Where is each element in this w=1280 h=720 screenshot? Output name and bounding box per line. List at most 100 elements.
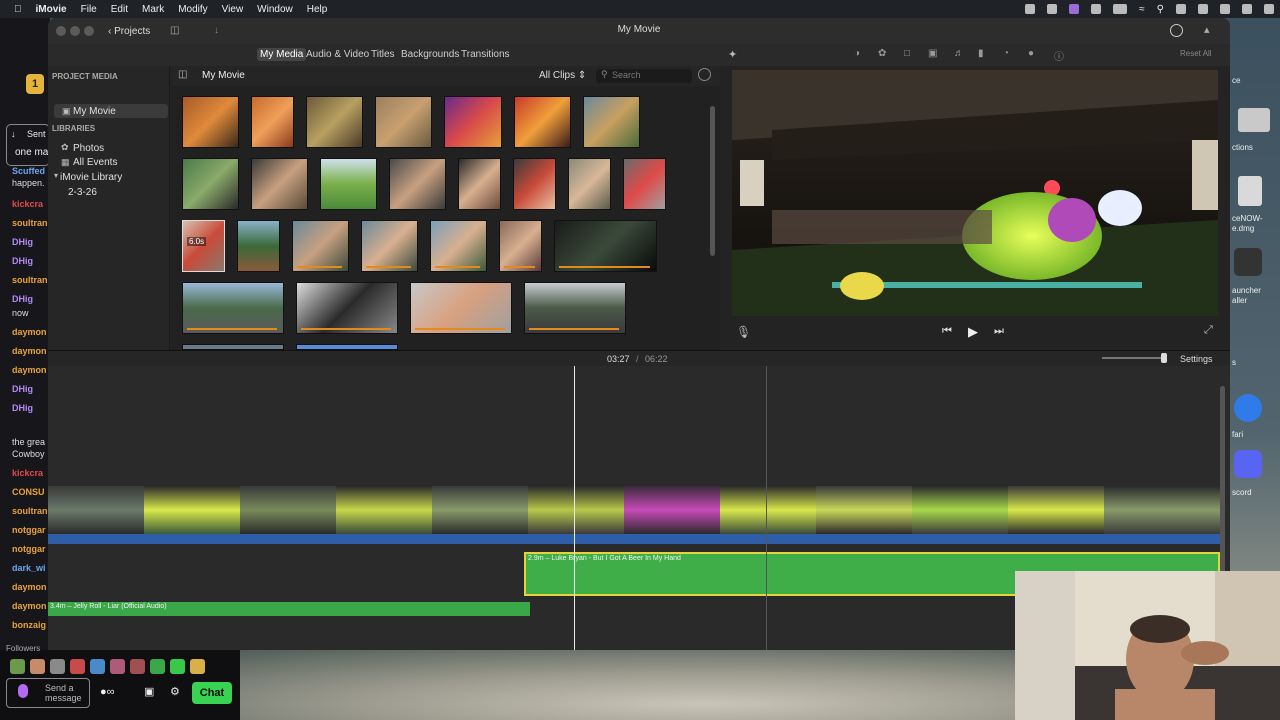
media-thumbnail[interactable] — [524, 282, 626, 334]
speed-icon[interactable]: ◔ — [1003, 48, 1009, 59]
emote-icon[interactable] — [70, 659, 85, 674]
video-clip[interactable] — [336, 486, 432, 534]
chat-username[interactable]: bonzaig — [12, 620, 46, 630]
menu-edit[interactable]: Edit — [111, 4, 128, 15]
video-clip[interactable] — [816, 486, 912, 534]
volume-icon[interactable]: ♬ — [954, 48, 964, 59]
search-input[interactable]: Search — [596, 69, 692, 83]
video-viewer[interactable] — [732, 70, 1218, 316]
sidebar-item-all-events[interactable]: All Events — [73, 157, 117, 168]
clip-filter-dropdown[interactable]: All Clips ⇕ — [539, 70, 586, 81]
emote-icon[interactable] — [10, 659, 25, 674]
media-thumbnail[interactable] — [458, 158, 501, 210]
media-thumbnail[interactable] — [251, 96, 294, 148]
media-thumbnail[interactable] — [296, 282, 398, 334]
media-thumbnail[interactable] — [410, 282, 512, 334]
folder-icon[interactable] — [1238, 108, 1270, 132]
reset-all-button[interactable]: Reset All — [1180, 49, 1212, 58]
emote-icon[interactable] — [150, 659, 165, 674]
media-thumbnail[interactable] — [499, 220, 542, 272]
emote-icon[interactable] — [110, 659, 125, 674]
video-track[interactable] — [48, 486, 1220, 534]
video-clip[interactable] — [1008, 486, 1104, 534]
status-app-icon[interactable] — [1025, 4, 1036, 14]
fullscreen-icon[interactable]: ⤢ — [1204, 324, 1213, 337]
playhead[interactable] — [574, 366, 575, 650]
media-thumbnail[interactable]: 6.0s — [182, 220, 225, 272]
battery-icon[interactable] — [1113, 4, 1128, 14]
siri-icon[interactable] — [1220, 4, 1230, 14]
dmg-file-icon[interactable] — [1238, 176, 1262, 206]
chat-username[interactable]: soultran — [12, 506, 48, 516]
emote-icon[interactable] — [50, 659, 65, 674]
skip-back-icon[interactable]: ⏮ — [942, 325, 952, 338]
magic-wand-icon[interactable]: ✦ — [728, 48, 737, 61]
tab-my-media[interactable]: My Media — [257, 48, 307, 61]
microphone-icon[interactable] — [18, 684, 28, 698]
crop-icon[interactable]: □ — [904, 48, 910, 59]
timeline-scrollbar[interactable] — [1220, 386, 1225, 586]
sidebar-item-event[interactable]: 2-3-26 — [68, 187, 97, 198]
launcher-icon[interactable] — [1234, 248, 1262, 276]
menu-mark[interactable]: Mark — [142, 4, 164, 15]
chat-username[interactable]: soultran — [12, 218, 48, 228]
browser-scrollbar[interactable] — [710, 106, 715, 256]
settings-gear-icon[interactable] — [698, 68, 711, 81]
chat-username[interactable]: soultran — [12, 275, 48, 285]
menu-modify[interactable]: Modify — [178, 4, 207, 15]
tab-titles[interactable]: Titles — [371, 49, 395, 60]
enhance-icon[interactable] — [1170, 24, 1183, 37]
chat-username[interactable]: daymon — [12, 327, 47, 337]
tab-audio-video[interactable]: Audio & Video — [306, 49, 369, 60]
chat-username[interactable]: dark_wi — [12, 563, 46, 573]
media-thumbnail[interactable] — [361, 220, 418, 272]
media-thumbnail[interactable] — [182, 96, 239, 148]
filter-icon[interactable]: ● — [1028, 48, 1034, 59]
chat-send-button[interactable]: Chat — [192, 682, 232, 704]
apple-menu-icon[interactable]:  — [14, 4, 22, 15]
equalizer-icon[interactable]: ▮ — [978, 48, 984, 59]
timeline-settings-button[interactable]: Settings — [1180, 354, 1213, 364]
media-thumbnail[interactable] — [513, 158, 556, 210]
safari-icon[interactable] — [1234, 394, 1262, 422]
chat-username[interactable]: notggar — [12, 525, 46, 535]
media-thumbnail[interactable] — [583, 96, 640, 148]
emote-icon[interactable] — [30, 659, 45, 674]
video-clip[interactable] — [240, 486, 336, 534]
sidebar-item-imovie-library[interactable]: iMovie Library — [60, 172, 122, 183]
user-icon[interactable] — [1242, 4, 1252, 14]
tab-backgrounds[interactable]: Backgrounds — [401, 49, 459, 60]
menu-view[interactable]: View — [222, 4, 244, 15]
discord-icon[interactable] — [1234, 450, 1262, 478]
control-center-icon[interactable] — [1198, 4, 1208, 14]
video-clip[interactable] — [144, 486, 240, 534]
media-thumbnail[interactable] — [251, 158, 308, 210]
chat-username[interactable]: daymon — [12, 582, 47, 592]
media-thumbnail[interactable] — [182, 282, 284, 334]
media-thumbnail[interactable] — [375, 96, 432, 148]
stabilization-icon[interactable]: ▣ — [928, 48, 937, 59]
chat-username[interactable]: kickcra — [12, 468, 43, 478]
cloud-icon[interactable] — [1047, 4, 1058, 14]
media-thumbnail[interactable] — [430, 220, 487, 272]
gear-icon[interactable]: ⚙ — [170, 685, 180, 698]
chat-username[interactable]: DHig — [12, 384, 33, 394]
spotlight-icon[interactable] — [1264, 4, 1274, 14]
color-correction-icon[interactable]: ✿ — [878, 48, 886, 59]
menu-file[interactable]: File — [81, 4, 97, 15]
zoom-slider[interactable] — [1102, 357, 1166, 359]
chat-username[interactable]: daymon — [12, 346, 47, 356]
info-icon[interactable]: ⓘ — [1054, 48, 1064, 63]
voiceover-mic-icon[interactable]: 🎙 — [736, 325, 751, 339]
screen-record-icon[interactable] — [1069, 4, 1080, 14]
app-menu[interactable]: iMovie — [36, 4, 67, 15]
media-thumbnail[interactable] — [292, 220, 349, 272]
play-button-icon[interactable]: ▶ — [968, 324, 978, 340]
media-thumbnail[interactable] — [554, 220, 657, 272]
video-clip[interactable] — [432, 486, 528, 534]
share-icon[interactable]: ▴ — [1204, 23, 1210, 36]
search-icon[interactable]: ⚲ — [1157, 4, 1164, 15]
chat-username[interactable]: DHig — [12, 294, 33, 304]
media-thumbnail[interactable] — [514, 96, 571, 148]
clip-audio-waveform[interactable] — [48, 534, 1220, 544]
